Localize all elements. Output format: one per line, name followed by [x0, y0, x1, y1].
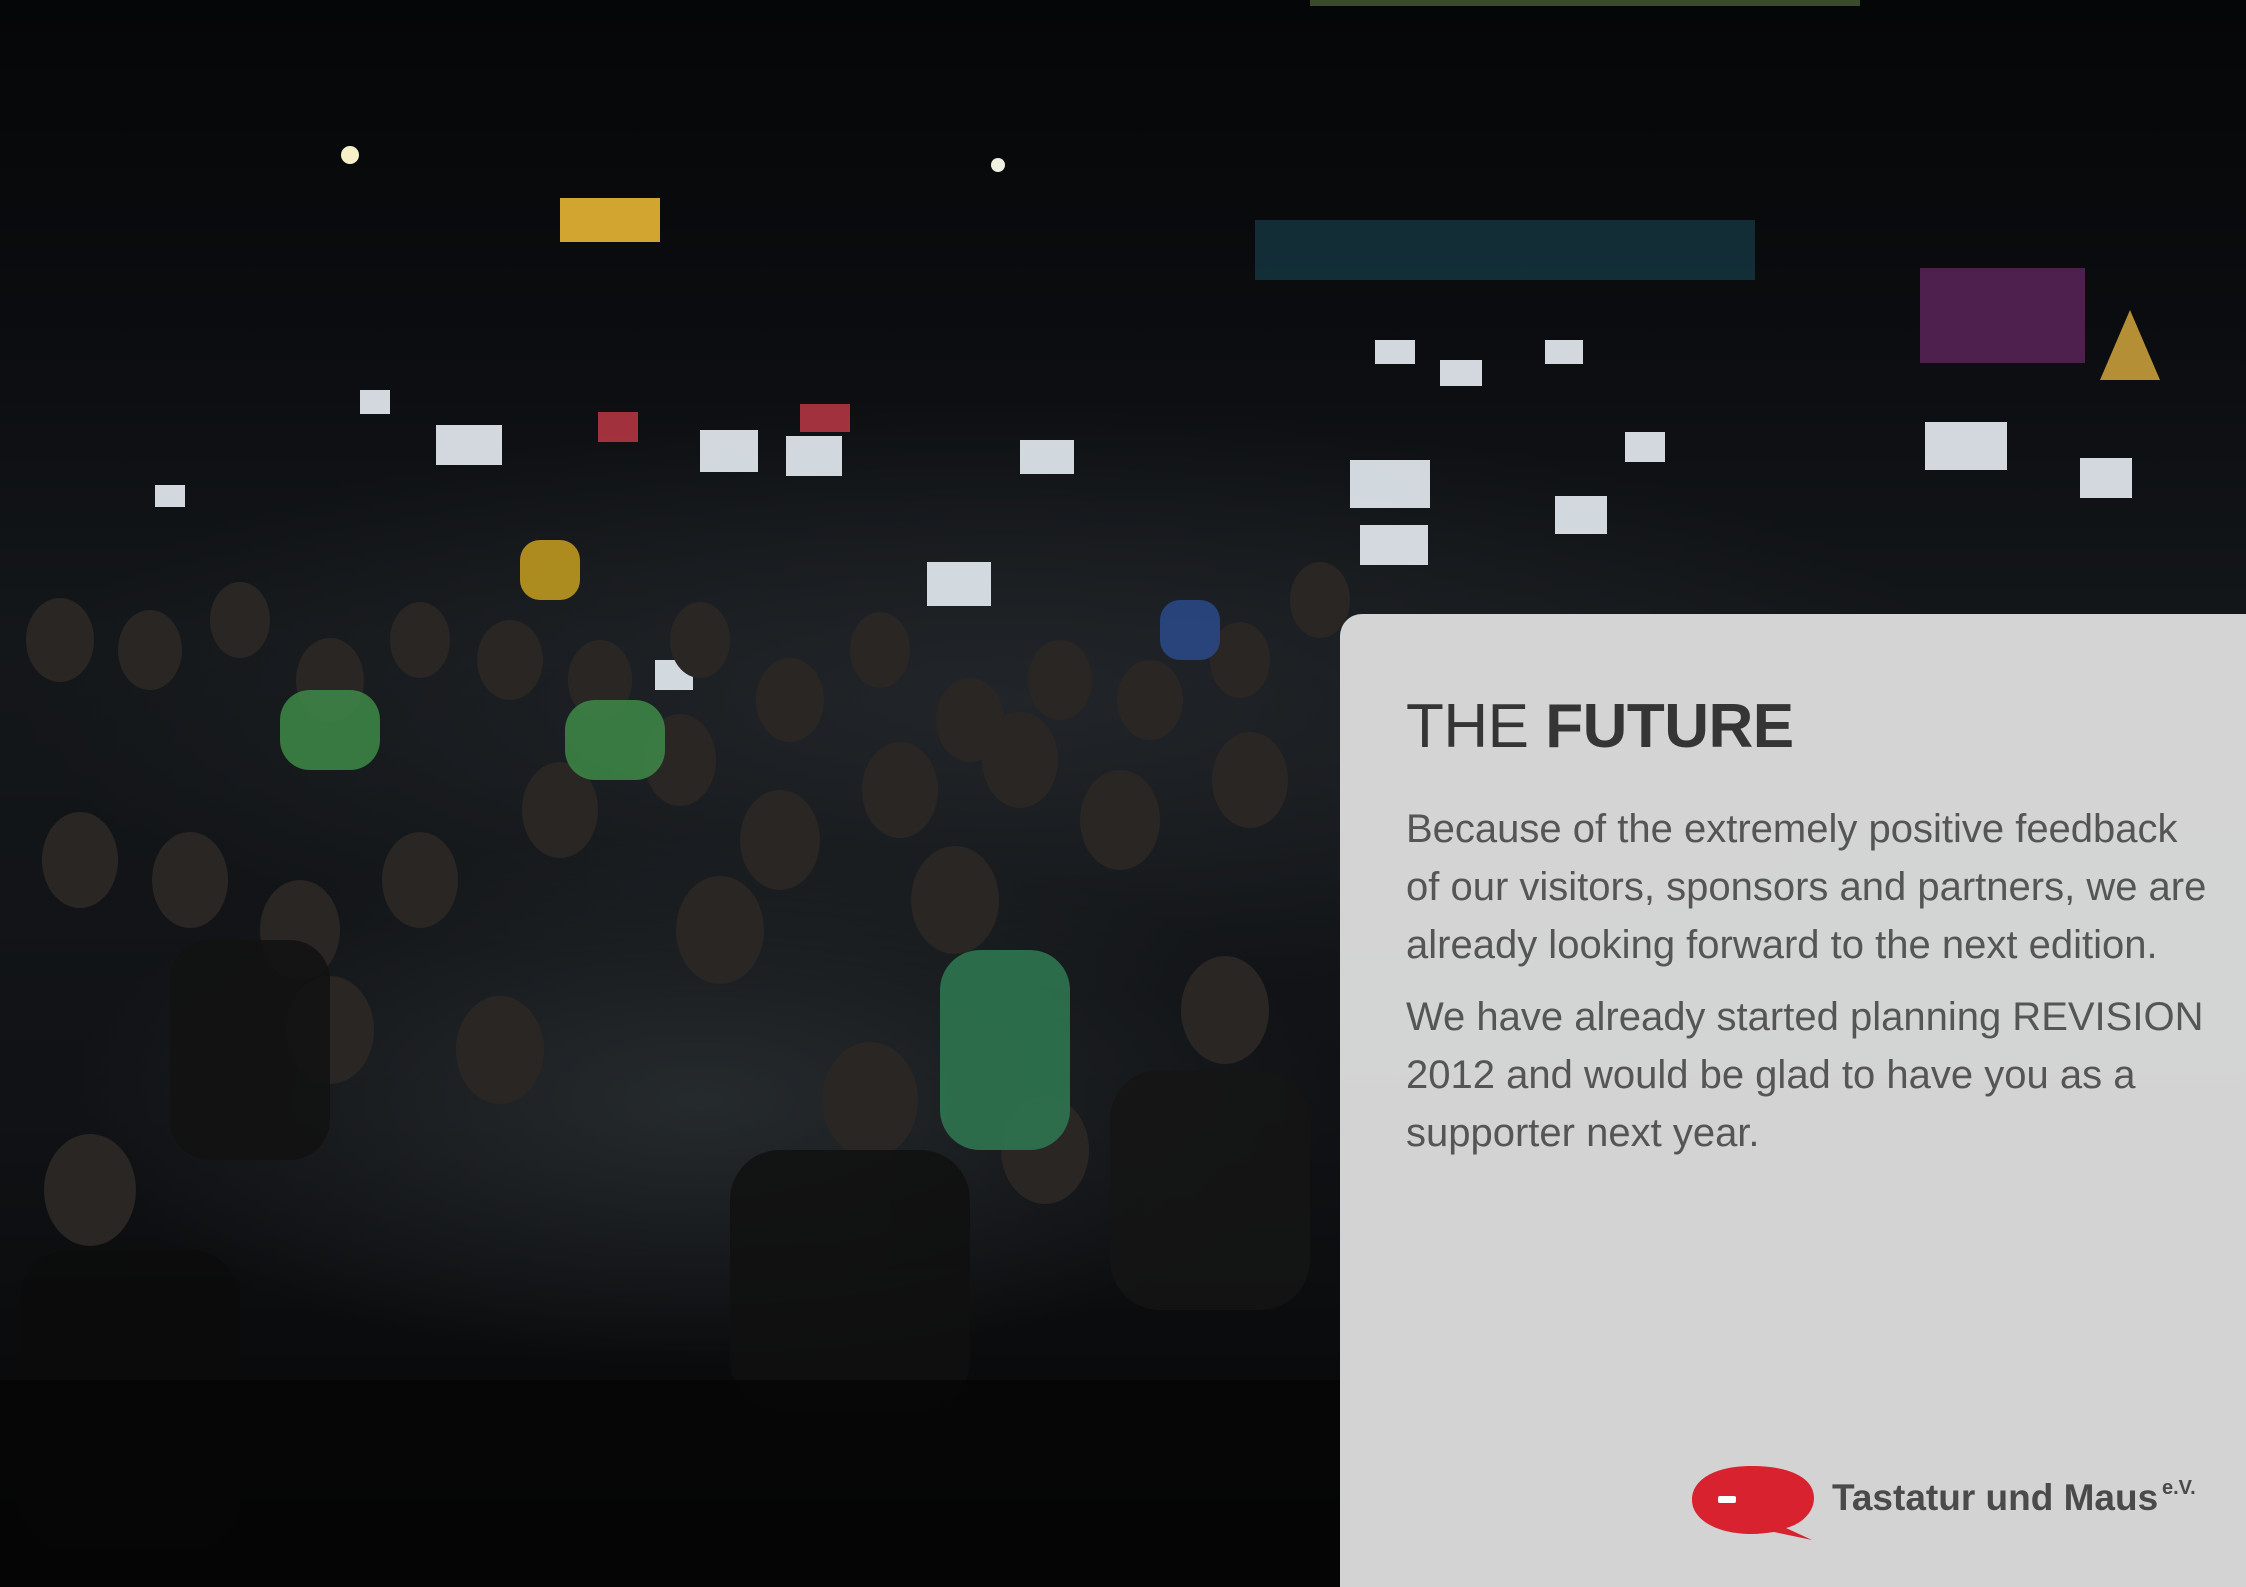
tastatur-und-maus-logo: Tastatur und Maus e.V. [1690, 1462, 2210, 1542]
title-light: THE [1406, 692, 1546, 761]
page-title: THE FUTURE [1406, 690, 1794, 764]
body-text: Because of the extremely positive feedba… [1406, 800, 2216, 1176]
title-bold: FUTURE [1545, 692, 1794, 761]
logo-name: Tastatur und Maus [1832, 1477, 2159, 1518]
logo-suffix: e.V. [2162, 1477, 2196, 1499]
paragraph-1: Because of the extremely positive feedba… [1406, 807, 2207, 967]
paragraph-2: We have already started planning REVISIO… [1406, 995, 2204, 1155]
info-panel: THE FUTURE Because of the extremely posi… [1340, 614, 2246, 1587]
speech-bubble-icon [1692, 1466, 1814, 1540]
